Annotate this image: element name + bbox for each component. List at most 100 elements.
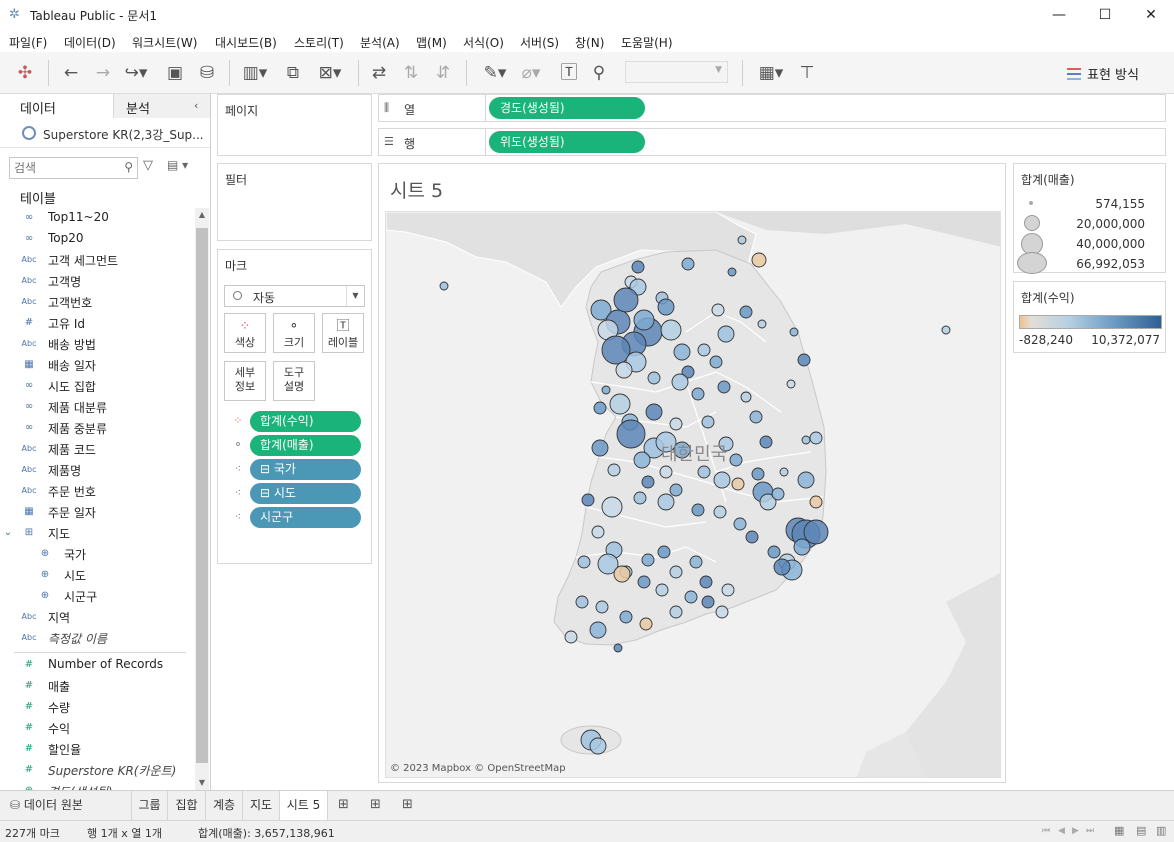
map-bubble[interactable] bbox=[684, 590, 698, 604]
map-bubble[interactable] bbox=[751, 252, 767, 268]
map-bubble[interactable] bbox=[641, 475, 655, 489]
field-item[interactable]: Abc 측정값 이름 bbox=[0, 628, 194, 649]
datasource-tab[interactable]: ⛁ 데이터 원본 bbox=[0, 791, 132, 821]
latitude-pill[interactable]: 위도(생성됨) bbox=[489, 131, 645, 153]
menu-file[interactable]: 파일(F) bbox=[9, 34, 47, 51]
menu-format[interactable]: 서식(O) bbox=[463, 34, 504, 51]
map-bubble[interactable] bbox=[793, 538, 811, 556]
field-item[interactable]: ⊕ 국가 bbox=[0, 544, 194, 565]
map-bubble[interactable] bbox=[749, 410, 763, 424]
map-bubble[interactable] bbox=[595, 600, 609, 614]
duplicate-sheet-icon[interactable]: ⧉ bbox=[282, 62, 304, 84]
field-item[interactable]: ▦ 배송 일자 bbox=[0, 355, 194, 376]
map-bubble[interactable] bbox=[655, 583, 669, 597]
map-bubble[interactable] bbox=[797, 353, 811, 367]
replay-icon[interactable]: ↪▾ bbox=[120, 62, 152, 84]
field-item[interactable]: Abc 제품 코드 bbox=[0, 439, 194, 460]
field-item[interactable]: # 고유 Id bbox=[0, 313, 194, 334]
next-page-icon[interactable]: ▶ bbox=[1072, 826, 1079, 836]
new-worksheet-icon[interactable]: ▥▾ bbox=[240, 62, 270, 84]
menu-story[interactable]: 스토리(T) bbox=[294, 34, 344, 51]
map-bubble[interactable] bbox=[757, 319, 767, 329]
prev-page-icon[interactable]: ◀ bbox=[1058, 826, 1065, 836]
minimize-button[interactable]: — bbox=[1036, 0, 1082, 30]
map-bubble[interactable] bbox=[681, 257, 695, 271]
map-bubble[interactable] bbox=[767, 545, 781, 559]
list-view-icon[interactable]: ▤ bbox=[1136, 824, 1146, 837]
map-bubble[interactable] bbox=[659, 465, 673, 479]
map-bubble[interactable] bbox=[647, 371, 661, 385]
map-bubble[interactable] bbox=[699, 575, 713, 589]
map-bubble[interactable] bbox=[729, 453, 743, 467]
map-bubble[interactable] bbox=[801, 435, 811, 445]
clear-sheet-icon[interactable]: ⊠▾ bbox=[312, 62, 348, 84]
map-bubble[interactable] bbox=[691, 387, 705, 401]
map-bubble[interactable] bbox=[701, 415, 715, 429]
field-item[interactable]: ⊕경도(생성됨) bbox=[0, 781, 194, 790]
size-encoding-icon[interactable]: ⚬ bbox=[230, 438, 246, 451]
field-item[interactable]: ∞ 시도 집합 bbox=[0, 376, 194, 397]
map-bubble[interactable] bbox=[797, 471, 815, 489]
label-button[interactable]: 🅃 레이블 bbox=[322, 313, 364, 353]
group-members-icon[interactable]: ⌀▾ bbox=[516, 62, 546, 84]
map-bubble[interactable] bbox=[633, 491, 647, 505]
map-bubble[interactable] bbox=[786, 379, 796, 389]
map-bubble[interactable] bbox=[439, 281, 449, 291]
tab-sheet-map[interactable]: 지도 bbox=[243, 791, 280, 821]
menu-help[interactable]: 도움말(H) bbox=[621, 34, 673, 51]
undo-icon[interactable]: ← bbox=[60, 62, 82, 84]
field-item[interactable]: ∞ Top11~20 bbox=[0, 208, 194, 229]
map-bubble[interactable] bbox=[669, 417, 683, 431]
map-bubble[interactable] bbox=[731, 477, 745, 491]
view-options-icon[interactable]: ▤ ▾ bbox=[167, 158, 188, 172]
map-bubble[interactable] bbox=[637, 575, 651, 589]
maximize-button[interactable]: ☐ bbox=[1082, 0, 1128, 30]
map-bubble[interactable] bbox=[657, 545, 671, 559]
map-bubble[interactable] bbox=[575, 595, 589, 609]
map-bubble[interactable] bbox=[713, 471, 731, 489]
sort-descending-icon[interactable]: ⇵ bbox=[432, 62, 454, 84]
expand-icon[interactable]: ⌄ bbox=[2, 526, 14, 540]
map-bubble[interactable] bbox=[639, 617, 653, 631]
map-bubble[interactable] bbox=[717, 380, 731, 394]
map-bubble[interactable] bbox=[669, 565, 683, 579]
field-item[interactable]: Abc 지역 bbox=[0, 607, 194, 628]
map-bubble[interactable] bbox=[645, 403, 663, 421]
show-cards-icon[interactable]: ▦▾ bbox=[754, 62, 788, 84]
datasource-item[interactable]: Superstore KR(2,3강_Sup... bbox=[0, 118, 210, 148]
fit-dropdown[interactable]: ▼ bbox=[625, 61, 728, 83]
map-bubble[interactable] bbox=[660, 319, 682, 341]
menu-map[interactable]: 맵(M) bbox=[416, 34, 447, 51]
field-item[interactable]: # 할인율 bbox=[0, 739, 194, 760]
tab-sheet-hierarchy[interactable]: 계층 bbox=[206, 791, 243, 821]
size-legend[interactable]: 합계(매출) 574,155 20,000,000 40,000,000 66,… bbox=[1013, 163, 1166, 274]
map-bubble[interactable] bbox=[941, 325, 951, 335]
menu-worksheet[interactable]: 워크시트(W) bbox=[132, 34, 197, 51]
fix-axes-icon[interactable]: ⚲ bbox=[588, 62, 610, 84]
map-bubble[interactable] bbox=[721, 583, 735, 597]
map-bubble[interactable] bbox=[657, 298, 675, 316]
map-bubble[interactable] bbox=[751, 467, 765, 481]
first-page-icon[interactable]: ⏮ bbox=[1042, 826, 1050, 836]
map-bubble[interactable] bbox=[601, 385, 611, 395]
map-bubble[interactable] bbox=[713, 505, 727, 519]
map-bubble[interactable] bbox=[803, 519, 829, 545]
sort-ascending-icon[interactable]: ⇅ bbox=[400, 62, 422, 84]
map-bubble[interactable] bbox=[564, 630, 578, 644]
new-dashboard-icon[interactable]: ⊞ bbox=[370, 797, 381, 812]
map-bubble[interactable] bbox=[773, 558, 791, 576]
filters-card[interactable]: 필터 bbox=[217, 163, 372, 241]
collapse-pane-icon[interactable]: ‹ bbox=[194, 99, 198, 112]
map-bubble[interactable] bbox=[641, 553, 655, 567]
map-bubble[interactable] bbox=[589, 737, 607, 755]
tab-data[interactable]: 데이터 bbox=[0, 94, 114, 118]
rows-shelf[interactable]: ☰ 행 위도(생성됨) bbox=[378, 128, 1166, 156]
search-input[interactable] bbox=[14, 159, 124, 177]
detail-encoding-icon[interactable]: ⁖ bbox=[230, 462, 246, 475]
mark-pill[interactable]: 시군구 bbox=[250, 507, 361, 528]
tab-analysis[interactable]: 분석 ‹ bbox=[114, 94, 210, 118]
map-bubble[interactable] bbox=[711, 303, 725, 317]
detail-encoding-icon[interactable]: ⁖ bbox=[230, 510, 246, 523]
map-bubble[interactable] bbox=[673, 343, 691, 361]
mark-type-dropdown[interactable]: 자동 ▼ bbox=[224, 285, 365, 307]
